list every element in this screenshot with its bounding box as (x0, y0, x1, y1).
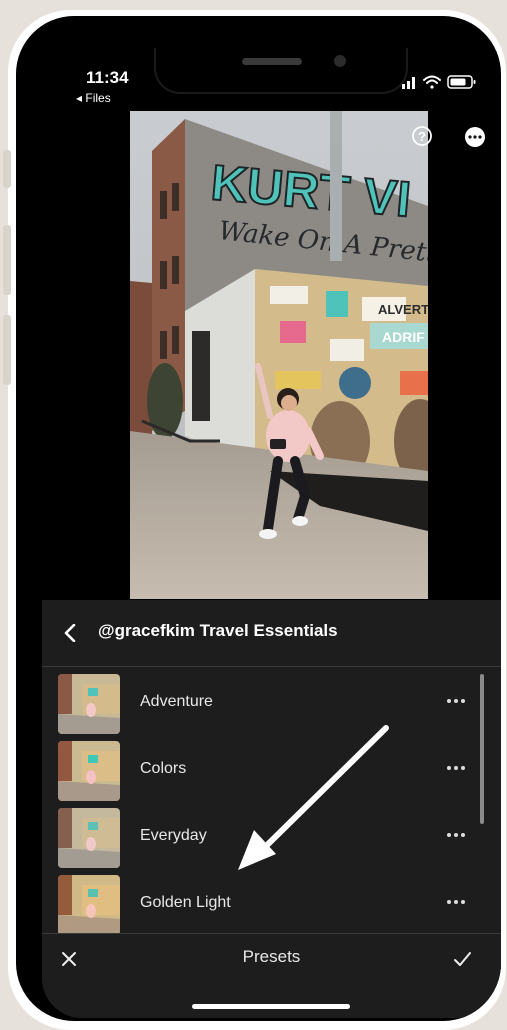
preset-thumbnail (58, 808, 120, 868)
front-camera (334, 55, 346, 67)
wifi-icon (423, 75, 441, 89)
more-dots-icon[interactable] (444, 759, 468, 777)
preset-label: Adventure (140, 693, 213, 710)
bottom-toolbar: Presets (42, 933, 501, 1018)
mural-word-2: ADRIF (382, 329, 425, 345)
more-dots-icon[interactable] (444, 893, 468, 911)
more-icon[interactable] (464, 126, 486, 148)
panel-header: @gracefkim Travel Essentials (42, 600, 501, 667)
volume-up-button (3, 225, 11, 295)
screen: 11:34 ◂ Files KURT VI KURT VI Wake On A … (42, 48, 501, 1018)
back-chevron-icon[interactable] (62, 624, 78, 642)
bottom-toolbar-title: Presets (242, 947, 301, 966)
preset-item-adventure[interactable]: Adventure (42, 672, 501, 736)
preset-thumbnail (58, 875, 120, 935)
preset-item-colors[interactable]: Colors (42, 739, 501, 803)
status-time: 11:34 (86, 68, 129, 87)
speaker-grille (242, 58, 302, 65)
status-icons (402, 75, 476, 89)
preset-label: Colors (140, 760, 187, 777)
svg-text:?: ? (418, 129, 426, 144)
preset-label: Everyday (140, 827, 207, 844)
preset-thumbnail (58, 741, 120, 801)
phone-body: 11:34 ◂ Files KURT VI KURT VI Wake On A … (16, 16, 501, 1021)
home-indicator[interactable] (192, 1004, 350, 1009)
battery-icon (447, 75, 476, 89)
mural-word-1: ALVERT (378, 302, 428, 317)
street-mural-photo: KURT VI KURT VI Wake On A Pretty ALVERT … (130, 111, 428, 599)
help-icon[interactable]: ? (412, 126, 432, 146)
notch (154, 48, 408, 94)
scrollbar[interactable] (480, 674, 484, 824)
preset-thumbnail (58, 674, 120, 734)
preset-item-golden-light[interactable]: Golden Light (42, 873, 501, 937)
preset-label: Golden Light (140, 894, 231, 911)
preset-item-everyday[interactable]: Everyday (42, 806, 501, 870)
back-to-app-link[interactable]: ◂ Files (76, 91, 111, 105)
photo-preview[interactable]: KURT VI KURT VI Wake On A Pretty ALVERT … (130, 111, 428, 599)
checkmark-icon[interactable] (452, 949, 472, 969)
more-dots-icon[interactable] (444, 692, 468, 710)
more-dots-icon[interactable] (444, 826, 468, 844)
presets-panel: @gracefkim Travel Essentials Adventure C… (42, 600, 501, 1018)
preset-group-title: @gracefkim Travel Essentials (98, 621, 338, 640)
volume-down-button (3, 315, 11, 385)
silent-switch (3, 150, 11, 188)
